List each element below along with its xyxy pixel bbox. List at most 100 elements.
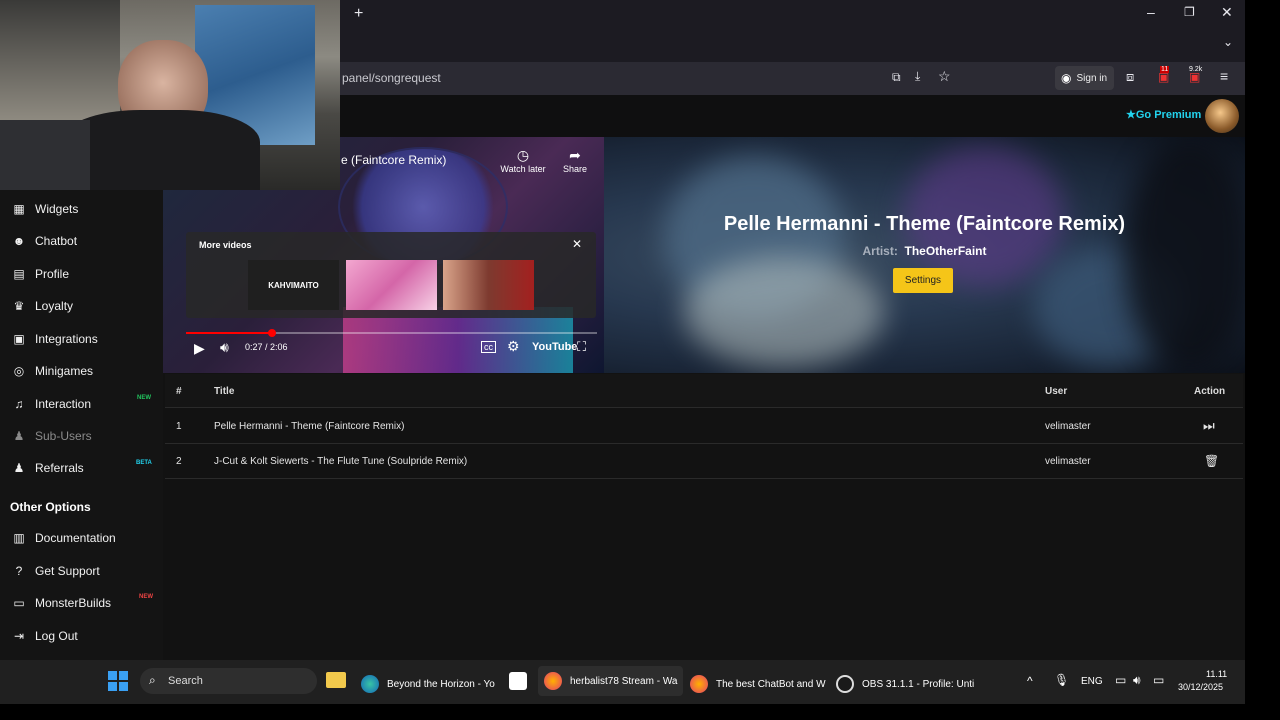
watch-later-button[interactable]: ◷ Watch later [500, 147, 546, 174]
clock-date[interactable]: 30/12/2025 [1178, 682, 1223, 692]
sidebar-item-label: Minigames [35, 364, 94, 378]
star-icon: ★ [1126, 109, 1136, 121]
taskbar-app-firefox[interactable]: The best ChatBot and W [690, 675, 826, 693]
share-label: Share [562, 164, 588, 174]
sidebar-item-documentation[interactable]: ▥ Documentation [12, 531, 116, 545]
sidebar-item-log-out[interactable]: ⇥ Log Out [12, 629, 78, 643]
column-header-title: Title [214, 386, 235, 397]
video-progress-knob[interactable] [268, 329, 276, 337]
sidebar-item-interaction[interactable]: ♫ Interaction [12, 397, 92, 411]
taskbar-app-label: The best ChatBot and W [716, 678, 826, 690]
sidebar-item-sub-users[interactable]: ♟ Sub-Users [12, 429, 92, 443]
search-icon: ⌕ [149, 673, 156, 687]
sidebar-item-label: Profile [35, 267, 70, 281]
sidebar-item-loyalty[interactable]: ♛ Loyalty [12, 299, 73, 313]
gear-icon[interactable]: ⚙ [507, 338, 520, 355]
sidebar-item-label: Referrals [35, 461, 84, 475]
video-thumbnail[interactable] [443, 260, 534, 310]
sidebar-item-monsterbuilds[interactable]: ▭ MonsterBuilds [12, 596, 111, 610]
sidebar-item-integrations[interactable]: ▣ Integrations [12, 332, 98, 346]
bookmark-star-icon[interactable]: ☆ [938, 68, 951, 85]
queue-table-header [165, 374, 1243, 408]
new-badge: NEW [139, 594, 153, 600]
picture-in-picture-icon[interactable]: ⧉ [892, 70, 901, 85]
fullscreen-icon[interactable]: ⛶ [577, 339, 586, 355]
sign-in-label: Sign in [1076, 72, 1108, 84]
battery-icon[interactable]: ▭ [1153, 673, 1164, 687]
row-user: velimaster [1045, 456, 1091, 467]
avatar[interactable] [1205, 99, 1239, 133]
sidebar-item-profile[interactable]: ▤ Profile [12, 267, 69, 281]
captions-icon[interactable]: cc [481, 341, 496, 353]
network-icon[interactable]: ▭ [1115, 673, 1126, 687]
speaker-icon[interactable]: 🔊︎ [1133, 673, 1141, 688]
artist-label: Artist: [862, 244, 898, 258]
chevron-up-icon[interactable]: ^ [1027, 674, 1033, 688]
taskbar-app-label: OBS 31.1.1 - Profile: Unti [862, 678, 975, 690]
new-tab-icon[interactable]: + [354, 5, 363, 23]
column-header-number: # [176, 386, 182, 397]
sidebar-item-label: Documentation [35, 531, 116, 545]
volume-icon[interactable]: 🔊︎ [220, 339, 229, 356]
taskbar-app-edge[interactable]: Beyond the Horizon - Yo [361, 675, 495, 693]
notif-badge: 11 [1160, 66, 1170, 73]
sidebar-item-chatbot[interactable]: ☻ Chatbot [12, 234, 77, 248]
user-group-icon: ♟ [13, 461, 25, 475]
menu-icon[interactable]: ≡ [1220, 68, 1228, 84]
more-videos-heading: More videos [199, 240, 252, 250]
file-explorer-icon[interactable] [326, 672, 346, 688]
taskbar-search[interactable]: ⌕ Search [140, 668, 317, 694]
sidebar-item-label: Get Support [35, 564, 100, 578]
close-window-icon[interactable]: ✕ [1221, 4, 1233, 21]
watch-later-label: Watch later [500, 164, 546, 174]
sidebar-item-label: Integrations [35, 332, 98, 346]
video-thumbnail[interactable]: KAHVIMAITO [248, 260, 339, 310]
now-playing-artist: Artist: TheOtherFaint [604, 244, 1245, 258]
store-icon[interactable] [509, 672, 527, 690]
webcam-overlay [0, 0, 340, 190]
beta-badge: BETA [136, 460, 152, 466]
settings-button[interactable]: Settings [893, 268, 953, 293]
row-user: velimaster [1045, 421, 1091, 432]
taskbar-app-firefox-active[interactable]: herbalist78 Stream - Wa [538, 666, 684, 696]
sidebar-item-get-support[interactable]: ? Get Support [12, 564, 100, 578]
download-icon[interactable]: ⤓ [915, 69, 920, 84]
extension-counter-badge: 9.2k [1189, 66, 1203, 73]
video-title[interactable]: e (Faintcore Remix) [341, 153, 446, 167]
trash-icon[interactable]: 🗑︎ [1204, 454, 1219, 468]
column-header-action: Action [1194, 386, 1226, 397]
sidebar-item-label: Sub-Users [35, 429, 92, 443]
clock-icon: ◷ [516, 147, 530, 163]
close-icon[interactable]: ✕ [572, 237, 582, 251]
language-indicator[interactable]: ENG [1081, 676, 1103, 687]
video-thumbnail[interactable] [346, 260, 437, 310]
windows-start-icon[interactable] [108, 671, 128, 691]
extensions-icon[interactable]: ⧈ [1126, 69, 1134, 85]
row-title: Pelle Hermanni - Theme (Faintcore Remix) [214, 421, 405, 432]
sidebar-item-label: Widgets [35, 202, 79, 216]
play-icon[interactable]: ▶ [194, 340, 205, 357]
sidebar-item-label: Loyalty [35, 299, 74, 313]
youtube-logo[interactable]: YouTube [532, 341, 577, 353]
doc-icon: ▥ [13, 531, 25, 545]
taskbar-app-label: Beyond the Horizon - Yo [387, 678, 495, 690]
share-button[interactable]: ➦ Share [560, 147, 590, 174]
taskbar-app-label: herbalist78 Stream - Wa [570, 675, 678, 687]
skip-icon[interactable]: ⏭ [1203, 418, 1215, 434]
go-premium-link[interactable]: ★Go Premium [1126, 108, 1201, 121]
laptop-icon: ▭ [13, 596, 25, 610]
microphone-icon[interactable]: 🎙︎ [1054, 673, 1069, 687]
sign-in-button[interactable]: ◉ Sign in [1055, 66, 1114, 90]
other-options-heading: Other Options [10, 500, 91, 514]
clock-time[interactable]: 11.11 [1206, 669, 1227, 679]
edge-icon [361, 675, 379, 693]
tab-list-chevron-icon[interactable]: ⌄ [1223, 35, 1233, 49]
sidebar-item-minigames[interactable]: ◎ Minigames [12, 364, 93, 378]
minimize-icon[interactable]: – [1147, 4, 1155, 20]
taskbar-app-obs[interactable]: OBS 31.1.1 - Profile: Unti [836, 675, 974, 693]
sidebar-item-widgets[interactable]: ▦ Widgets [12, 202, 78, 216]
sidebar-item-referrals[interactable]: ♟ Referrals [12, 461, 84, 475]
maximize-icon[interactable]: ❐ [1184, 5, 1195, 19]
obs-icon [836, 675, 854, 693]
url-text[interactable]: panel/songrequest [342, 71, 441, 85]
